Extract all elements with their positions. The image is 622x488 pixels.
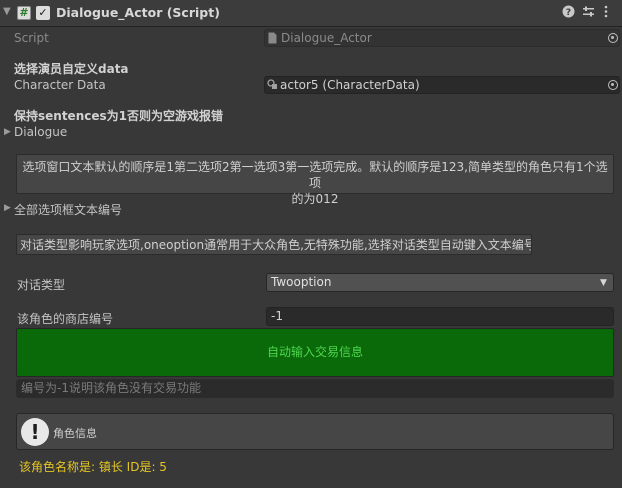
shop-hint-field: 编号为-1说明该角色没有交易功能 xyxy=(16,379,614,398)
shop-hint-text: 编号为-1说明该角色没有交易功能 xyxy=(21,381,201,395)
script-label: Script xyxy=(14,31,49,45)
shop-number-label: 该角色的商店编号 xyxy=(17,312,114,326)
script-field-value: Dialogue_Actor xyxy=(281,31,372,45)
all-options-foldout-label[interactable]: 全部选项框文本编号 xyxy=(14,201,122,218)
all-options-foldout-arrow-icon[interactable]: ▶ xyxy=(4,203,11,213)
script-hash-icon: # xyxy=(17,6,31,20)
auto-trade-info-button-label: 自动输入交易信息 xyxy=(266,345,363,359)
dialogue-foldout-arrow-icon[interactable]: ▶ xyxy=(4,127,11,137)
component-title: Dialogue_Actor (Script) xyxy=(56,5,220,20)
script-field: Dialogue_Actor xyxy=(264,29,620,47)
exclamation-info-icon: ! xyxy=(21,418,49,446)
shop-number-value: -1 xyxy=(271,309,283,323)
character-info-label: 角色信息 xyxy=(53,427,97,440)
kebab-menu-icon[interactable] xyxy=(603,5,609,21)
script-file-icon xyxy=(268,32,277,47)
help-icon[interactable]: ? xyxy=(562,5,575,21)
character-data-value: actor5 (CharacterData) xyxy=(280,78,420,92)
dialogue-type-label: 对话类型 xyxy=(17,278,66,292)
svg-text:?: ? xyxy=(566,8,571,18)
script-object-picker-icon xyxy=(608,33,618,43)
character-data-field[interactable]: actor5 (CharacterData) xyxy=(264,76,620,94)
character-data-label: Character Data xyxy=(14,78,106,92)
dialogue-foldout-label[interactable]: Dialogue xyxy=(14,125,67,139)
scriptable-object-icon xyxy=(267,79,278,93)
chevron-down-icon[interactable]: ▼ xyxy=(600,278,607,288)
shop-number-input[interactable]: -1 xyxy=(266,307,614,326)
sentences-section-heading: 保持sentences为1否则为空游戏报错 xyxy=(14,109,223,123)
character-data-picker-icon[interactable] xyxy=(608,80,618,90)
dialogue-type-help-text: 对话类型影响玩家选项,oneoption通常用于大众角色,无特殊功能,选择对话类… xyxy=(20,238,532,252)
dialogue-type-value: Twooption xyxy=(271,275,332,289)
dialogue-type-dropdown[interactable]: Twooption xyxy=(266,273,614,292)
auto-trade-info-button[interactable]: 自动输入交易信息 xyxy=(16,328,614,377)
character-info-box xyxy=(16,413,614,450)
dialogue-type-helpbox: 对话类型影响玩家选项,oneoption通常用于大众角色,无特殊功能,选择对话类… xyxy=(16,234,532,255)
actor-section-heading: 选择演员自定义data xyxy=(14,62,129,76)
fold-triangle-icon[interactable]: ▼ xyxy=(3,6,11,17)
option-order-help-line1: 选项窗口文本默认的顺序是1第二选项2第一选项3第一选项完成。默认的顺序是123,… xyxy=(22,160,608,190)
option-order-helpbox: 选项窗口文本默认的顺序是1第二选项2第一选项3第一选项完成。默认的顺序是123,… xyxy=(16,154,614,206)
role-summary-text: 该角色名称是: 镇长 ID是: 5 xyxy=(19,460,167,474)
component-enabled-checkbox[interactable]: ✓ xyxy=(36,6,50,20)
presets-icon[interactable] xyxy=(582,5,595,21)
